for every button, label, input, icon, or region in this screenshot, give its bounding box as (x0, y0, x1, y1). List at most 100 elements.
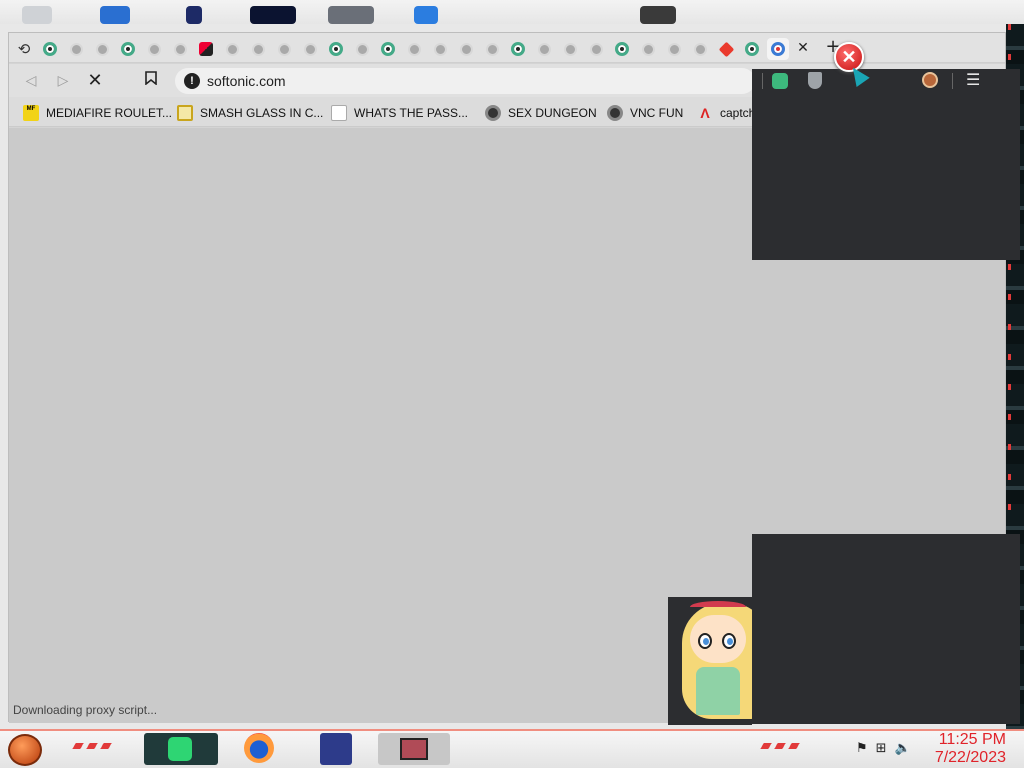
flag-icon[interactable]: ⚑ (856, 741, 868, 756)
globe-icon (589, 42, 603, 56)
menu-icon[interactable]: ☰ (966, 70, 980, 89)
tab[interactable] (91, 38, 113, 60)
status-bar-text: Downloading proxy script... (13, 703, 158, 717)
globe-icon (563, 42, 577, 56)
tab[interactable] (533, 38, 555, 60)
tab[interactable] (195, 38, 217, 60)
bookmark-label: WHATS THE PASS... (354, 106, 469, 120)
bookmark-item[interactable]: MF MEDIAFIRE ROULET... (23, 104, 172, 122)
tab[interactable] (247, 38, 269, 60)
start-button[interactable] (8, 734, 42, 766)
stop-button[interactable]: ✕ (83, 70, 107, 92)
chat-extension-icon[interactable] (772, 73, 788, 89)
tab[interactable] (663, 38, 685, 60)
bookmark-item[interactable]: WHATS THE PASS... (331, 104, 468, 122)
desktop-icon[interactable] (640, 6, 676, 24)
tab[interactable] (637, 38, 659, 60)
smash-icon (177, 105, 193, 121)
desktop-icon[interactable] (414, 6, 438, 24)
desktop-mascot[interactable] (668, 597, 752, 725)
gear-icon (485, 105, 501, 121)
address-text: softonic.com (207, 73, 286, 89)
back-button[interactable]: ◁ (19, 70, 43, 92)
tab[interactable] (585, 38, 607, 60)
app-icon[interactable] (378, 733, 450, 765)
address-bar[interactable]: ! softonic.com (175, 68, 755, 94)
tab[interactable] (715, 38, 737, 60)
tab[interactable] (403, 38, 425, 60)
app-icon[interactable] (320, 733, 352, 765)
tab[interactable] (325, 38, 347, 60)
google-icon (615, 42, 629, 56)
clock-time: 11:25 PM (938, 731, 1006, 748)
globe-icon (693, 42, 707, 56)
tab[interactable] (39, 38, 61, 60)
system-tray: ⚑ ⊞ 🔈 (856, 741, 911, 756)
clock[interactable]: 11:25 PM 7/22/2023 (935, 731, 1006, 767)
google-icon (43, 42, 57, 56)
bookmark-item[interactable]: SEX DUNGEON (485, 104, 597, 122)
shield-icon[interactable] (808, 72, 822, 89)
spotify-icon[interactable] (144, 733, 218, 765)
tab[interactable] (299, 38, 321, 60)
tab[interactable]: ⟲ (13, 38, 35, 60)
globe-icon (277, 42, 291, 56)
tab[interactable] (481, 38, 503, 60)
tab[interactable] (559, 38, 581, 60)
tab[interactable] (169, 38, 191, 60)
desktop-icon[interactable] (250, 6, 296, 24)
bookmark-label: SEX DUNGEON (508, 106, 597, 120)
tab[interactable] (273, 38, 295, 60)
loading-icon (771, 42, 785, 56)
mascot-horns (690, 601, 746, 613)
tab[interactable] (221, 38, 243, 60)
bookmark-icon[interactable] (139, 70, 163, 92)
forward-button[interactable]: ▷ (51, 70, 75, 92)
bookmark-item[interactable]: VNC FUN (607, 104, 683, 122)
avatar[interactable] (922, 72, 938, 88)
mascot-face (690, 615, 746, 663)
desktop-icon[interactable] (328, 6, 374, 24)
dark-overlay-panel (752, 534, 1020, 724)
bookmark-label: SMASH GLASS IN C... (200, 106, 324, 120)
desktop-icon[interactable] (186, 6, 202, 24)
tab[interactable] (429, 38, 451, 60)
tab-active[interactable] (767, 38, 789, 60)
close-tab-button[interactable]: ✕ (795, 38, 811, 58)
bookmark-label: VNC FUN (630, 106, 684, 120)
desktop-icon[interactable] (100, 6, 130, 24)
tab[interactable] (117, 38, 139, 60)
tab[interactable] (507, 38, 529, 60)
desktop-icon[interactable] (22, 6, 52, 24)
tab[interactable] (143, 38, 165, 60)
spotify-logo (168, 737, 192, 761)
divider (952, 73, 953, 89)
mediafire-icon: MF (23, 105, 39, 121)
decoration (72, 743, 116, 749)
google-icon (745, 42, 759, 56)
diamond-icon (718, 41, 734, 57)
google-icon (381, 42, 395, 56)
google-icon (511, 42, 525, 56)
tab[interactable] (455, 38, 477, 60)
bookmark-item[interactable]: SMASH GLASS IN C... (177, 104, 323, 122)
tab[interactable] (741, 38, 763, 60)
globe-icon (537, 42, 551, 56)
globe-icon (641, 42, 655, 56)
info-icon[interactable]: ! (184, 73, 200, 89)
google-icon (121, 42, 135, 56)
tab[interactable] (377, 38, 399, 60)
globe-icon (407, 42, 421, 56)
globe-icon (225, 42, 239, 56)
tab[interactable] (689, 38, 711, 60)
volume-icon[interactable]: 🔈 (895, 741, 911, 756)
tab[interactable] (351, 38, 373, 60)
tab[interactable] (65, 38, 87, 60)
clock-date: 7/22/2023 (934, 749, 1006, 766)
mascot-eye (722, 633, 736, 649)
globe-icon (667, 42, 681, 56)
firefox-icon[interactable] (244, 733, 274, 763)
globe-icon (485, 42, 499, 56)
tab[interactable] (611, 38, 633, 60)
network-icon[interactable]: ⊞ (876, 741, 887, 756)
